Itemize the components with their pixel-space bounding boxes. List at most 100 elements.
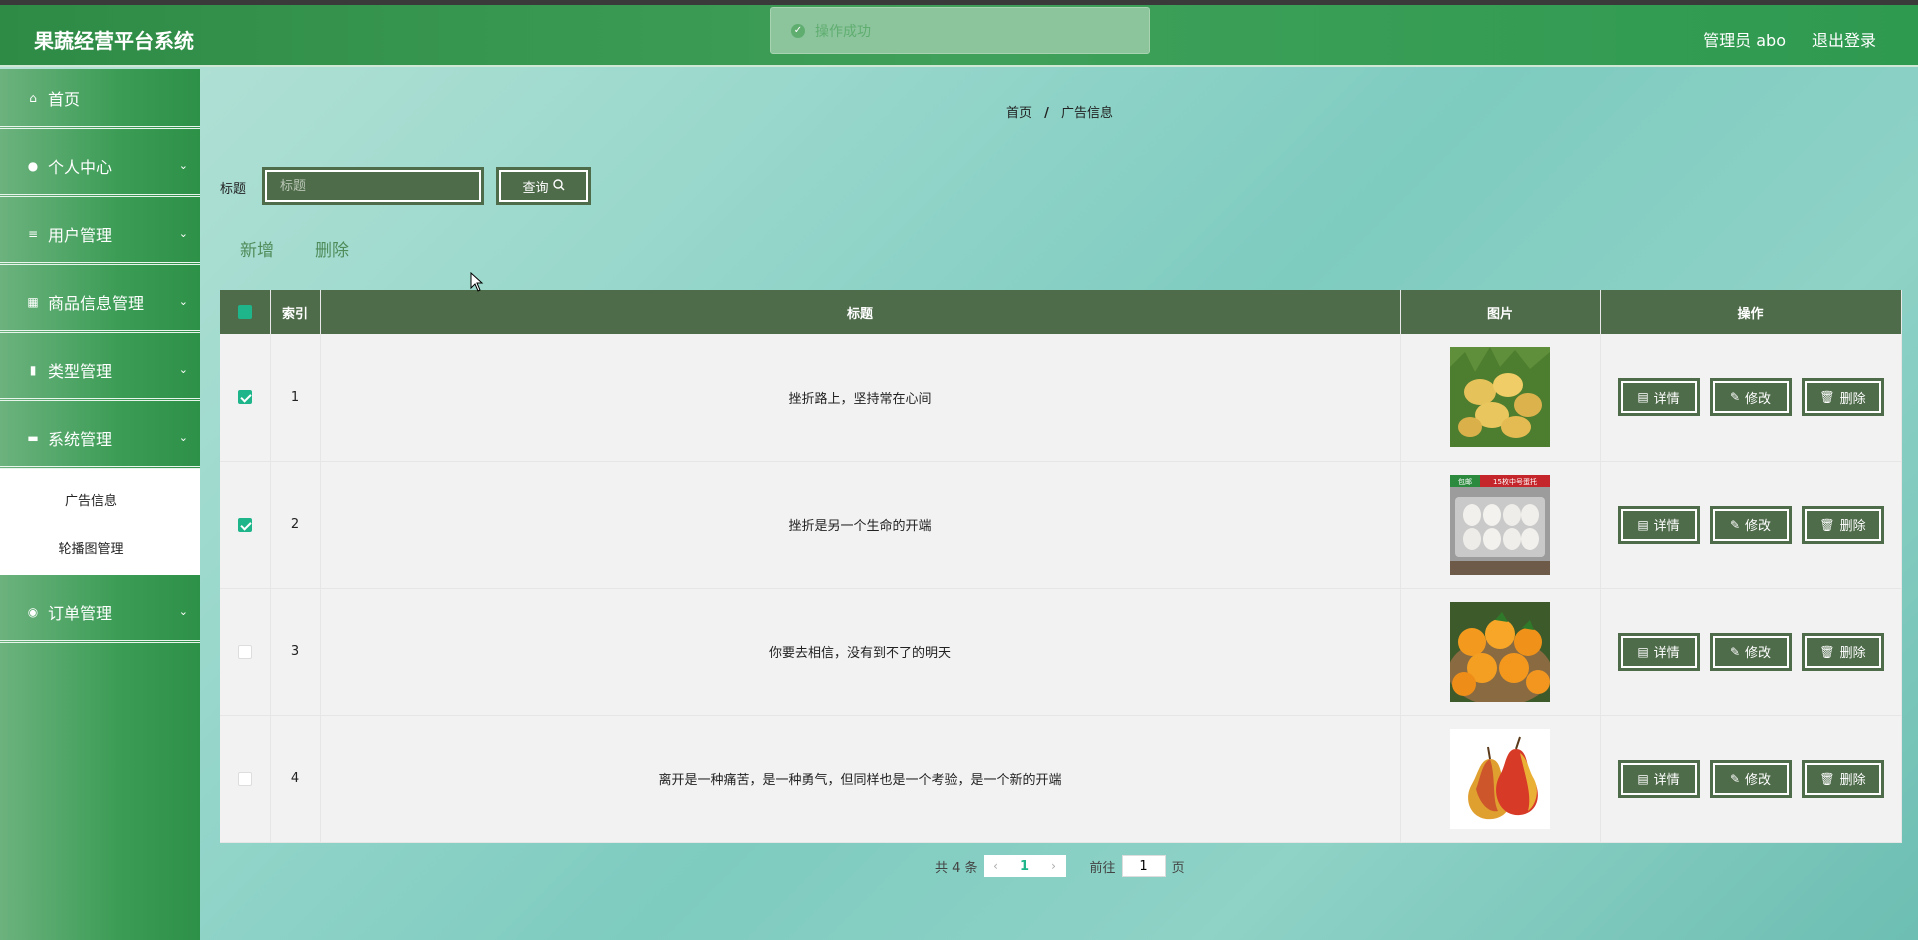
- edit-button[interactable]: ✎ 修改: [1709, 632, 1792, 671]
- search-button-label: 查询: [522, 179, 549, 195]
- table-row: 3 你要去相信，没有到不了的明天 ▤ 详情 ✎ 修改 🗑 删除: [220, 588, 1902, 716]
- pencil-icon: ✎: [1729, 771, 1741, 786]
- add-button[interactable]: 新增: [240, 236, 274, 261]
- logout-link[interactable]: 退出登录: [1812, 27, 1876, 51]
- egg-banner-right: 15枚中号蛋托: [1493, 477, 1537, 486]
- document-icon: ▤: [1637, 517, 1649, 532]
- trash-icon: 🗑: [1819, 517, 1835, 532]
- toast-message: 操作成功: [815, 23, 871, 40]
- row-checkbox[interactable]: [237, 390, 252, 405]
- page-number[interactable]: 1: [1008, 859, 1042, 874]
- sidebar-item-home[interactable]: ⌂ 首页: [0, 69, 200, 129]
- location-icon: ◉: [27, 604, 39, 619]
- potatoes-image[interactable]: [1450, 347, 1550, 448]
- search-input[interactable]: [262, 167, 484, 205]
- pagination: 共 4 条 ‹ 1 › 前往 页: [935, 855, 1185, 877]
- trash-icon: 🗑: [1819, 771, 1835, 786]
- batch-delete-button[interactable]: 删除: [315, 236, 349, 261]
- pears-image[interactable]: [1450, 728, 1550, 829]
- pencil-icon: ✎: [1729, 517, 1741, 532]
- page-suffix: 页: [1171, 860, 1185, 876]
- monitor-icon: ▬: [27, 430, 39, 445]
- sidebar-item-system-management[interactable]: ▬ 系统管理 ⌄: [0, 409, 200, 469]
- sidebar-item-label: 系统管理: [48, 429, 113, 449]
- breadcrumb: 首页 / 广告信息: [1006, 102, 1113, 121]
- sidebar-item-personal-center[interactable]: ● 个人中心 ⌄: [0, 137, 200, 197]
- egg-banner-left: 包邮: [1458, 477, 1472, 486]
- sidebar-item-user-management[interactable]: ≡ 用户管理 ⌄: [0, 205, 200, 265]
- sidebar-item-product-management[interactable]: ▦ 商品信息管理 ⌄: [0, 273, 200, 333]
- goto-page-input[interactable]: [1121, 855, 1166, 877]
- select-all-checkbox[interactable]: [237, 305, 252, 319]
- column-header-image: 图片: [1400, 290, 1601, 334]
- sidebar-item-label: 用户管理: [48, 225, 113, 245]
- chevron-right-icon[interactable]: ›: [1042, 859, 1066, 873]
- pagination-total: 共 4 条: [935, 860, 978, 876]
- sidebar-item-label: 商品信息管理: [48, 293, 145, 313]
- row-checkbox[interactable]: [237, 517, 252, 532]
- detail-button[interactable]: ▤ 详情: [1617, 759, 1700, 798]
- row-title: 离开是一种痛苦，是一种勇气，但同样也是一个考验，是一个新的开端: [320, 715, 1401, 843]
- edit-button[interactable]: ✎ 修改: [1709, 378, 1792, 417]
- app-title: 果蔬经营平台系统: [34, 29, 194, 53]
- delete-button[interactable]: 🗑 删除: [1801, 378, 1884, 417]
- pencil-icon: ✎: [1729, 390, 1741, 405]
- oranges-image[interactable]: [1450, 601, 1550, 702]
- edit-button[interactable]: ✎ 修改: [1709, 759, 1792, 798]
- column-header-actions: 操作: [1600, 290, 1902, 334]
- grid-icon: ▦: [27, 294, 39, 309]
- success-toast: ✓ 操作成功: [770, 7, 1150, 54]
- detail-button[interactable]: ▤ 详情: [1617, 632, 1700, 671]
- bar-chart-icon: ▮: [29, 362, 37, 377]
- breadcrumb-home[interactable]: 首页: [1006, 106, 1032, 121]
- sidebar: ⌂ 首页 ● 个人中心 ⌄ ≡ 用户管理 ⌄ ▦ 商品信息管理 ⌄ ▮ 类型管理…: [0, 69, 200, 940]
- sidebar-item-type-management[interactable]: ▮ 类型管理 ⌄: [0, 341, 200, 401]
- breadcrumb-separator: /: [1044, 106, 1049, 121]
- pencil-icon: ✎: [1729, 644, 1741, 659]
- user-icon: ●: [27, 158, 39, 173]
- detail-button[interactable]: ▤ 详情: [1617, 378, 1700, 417]
- row-title: 挫折路上，坚持常在心间: [320, 334, 1401, 462]
- row-index: 2: [270, 461, 321, 589]
- row-title: 你要去相信，没有到不了的明天: [320, 588, 1401, 716]
- delete-button[interactable]: 🗑 删除: [1801, 505, 1884, 544]
- delete-button[interactable]: 🗑 删除: [1801, 632, 1884, 671]
- mouse-cursor-icon: [470, 272, 484, 292]
- row-index: 1: [270, 334, 321, 462]
- chevron-left-icon[interactable]: ‹: [984, 859, 1008, 873]
- trash-icon: 🗑: [1819, 390, 1835, 405]
- chevron-down-icon: ⌄: [178, 431, 188, 444]
- chevron-down-icon: ⌄: [178, 159, 188, 172]
- chevron-down-icon: ⌄: [178, 295, 188, 308]
- sidebar-item-label: 类型管理: [48, 361, 113, 381]
- breadcrumb-current: 广告信息: [1061, 106, 1114, 121]
- search-button[interactable]: 查询: [496, 167, 591, 205]
- detail-button[interactable]: ▤ 详情: [1617, 505, 1700, 544]
- eggs-image[interactable]: 包邮 15枚中号蛋托: [1450, 474, 1550, 575]
- row-index: 3: [270, 588, 321, 716]
- table-row: 1 挫折路上，坚持常在心间 ▤ 详情 ✎ 修改 🗑 删除: [220, 334, 1902, 462]
- document-icon: ▤: [1637, 390, 1649, 405]
- sidebar-subitem-ad-info[interactable]: 广告信息: [0, 475, 200, 523]
- edit-button[interactable]: ✎ 修改: [1709, 505, 1792, 544]
- table-row: 4 离开是一种痛苦，是一种勇气，但同样也是一个考验，是一个新的开端 ▤ 详情 ✎ 修改…: [220, 715, 1902, 843]
- goto-label: 前往: [1089, 860, 1116, 876]
- table-header-row: 索引 标题 图片 操作: [220, 290, 1902, 334]
- sidebar-item-order-management[interactable]: ◉ 订单管理 ⌄: [0, 583, 200, 643]
- document-icon: ▤: [1637, 771, 1649, 786]
- sidebar-subitem-carousel[interactable]: 轮播图管理: [0, 523, 200, 571]
- chevron-down-icon: ⌄: [178, 363, 188, 376]
- column-header-index: 索引: [270, 290, 321, 334]
- system-submenu: 广告信息 轮播图管理: [0, 469, 200, 575]
- row-checkbox[interactable]: [237, 771, 252, 786]
- sidebar-item-label: 个人中心: [48, 157, 113, 177]
- row-checkbox[interactable]: [237, 644, 252, 659]
- trash-icon: 🗑: [1819, 644, 1835, 659]
- search-icon: [552, 178, 565, 194]
- sidebar-item-label: 首页: [48, 89, 81, 109]
- delete-button[interactable]: 🗑 删除: [1801, 759, 1884, 798]
- table-row: 2 挫折是另一个生命的开端 包邮 15枚中号蛋托 ▤ 详情 ✎ 修改 🗑 删除: [220, 461, 1902, 589]
- home-icon: ⌂: [29, 90, 37, 105]
- sidebar-item-label: 订单管理: [48, 603, 113, 623]
- document-icon: ▤: [1637, 644, 1649, 659]
